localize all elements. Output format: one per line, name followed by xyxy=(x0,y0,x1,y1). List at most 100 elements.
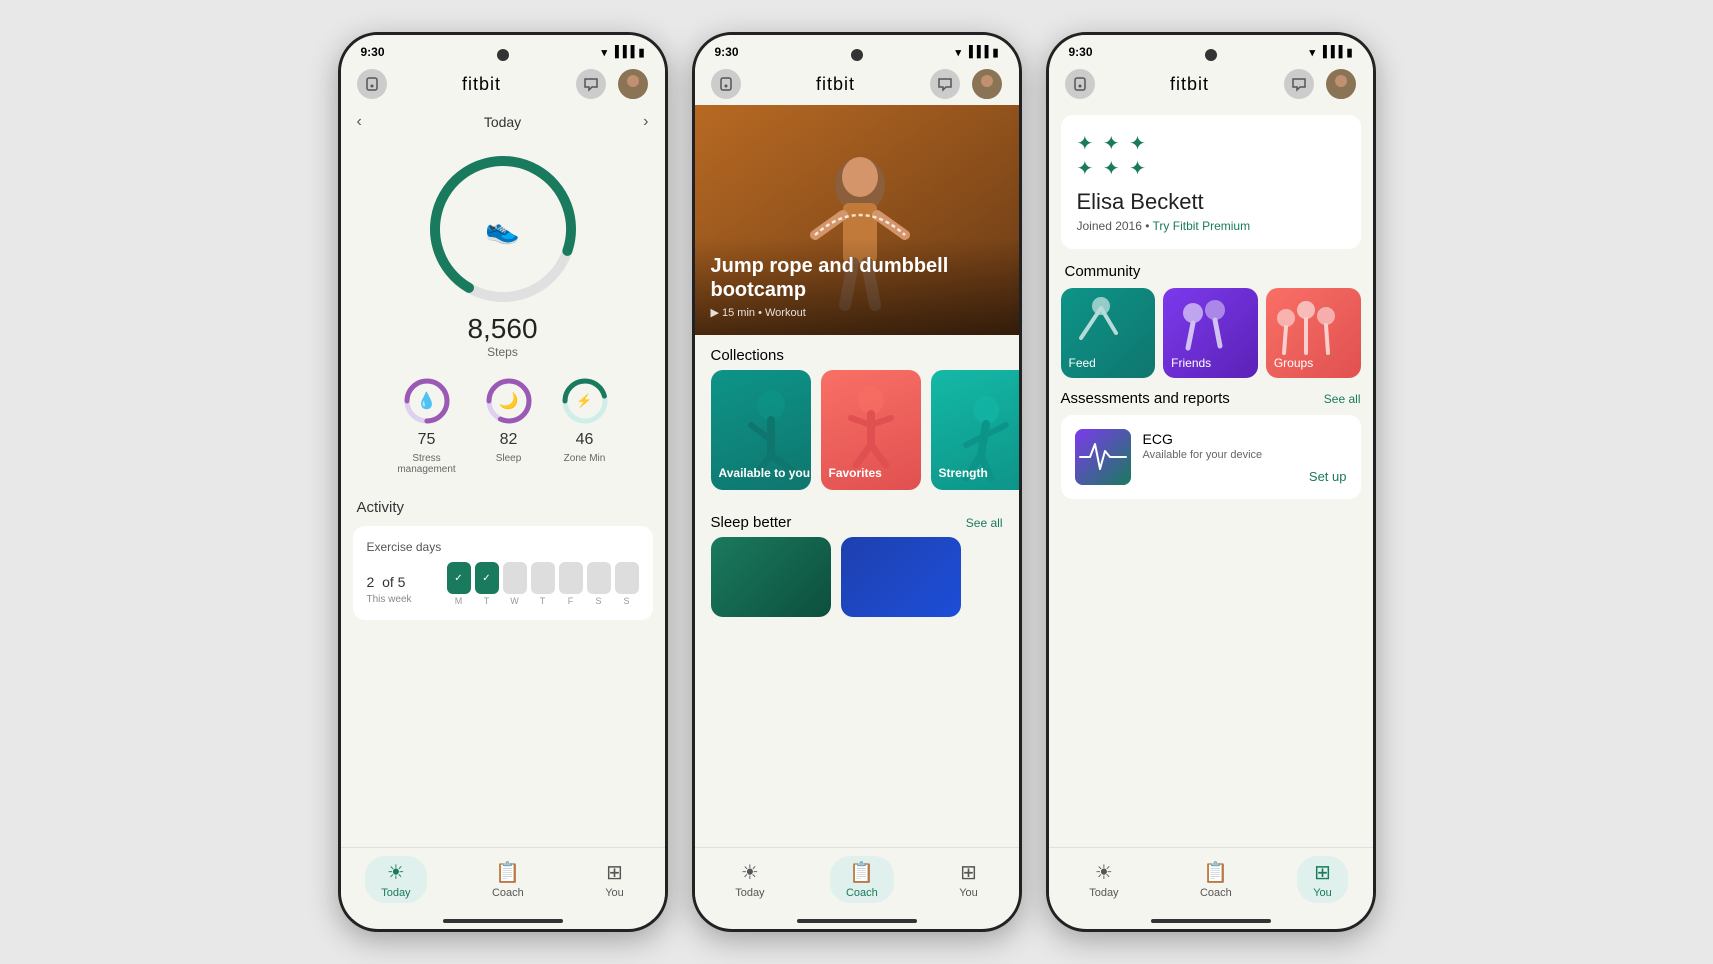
device-icon-3[interactable] xyxy=(1065,69,1095,99)
coach-icon-3: 📋 xyxy=(1203,860,1228,885)
stress-label: Stress management xyxy=(395,453,459,475)
collections-header-row: Collections xyxy=(695,335,1019,370)
zone-ring: ⚡ xyxy=(559,375,611,427)
prev-day-button[interactable]: ‹ xyxy=(357,113,362,131)
hero-subtitle: ▶ 15 min • Workout xyxy=(711,306,1003,319)
app-bar-2: fitbit xyxy=(695,63,1019,105)
steps-label: Steps xyxy=(487,345,518,359)
coach-label-2: Coach xyxy=(846,887,878,899)
phone-coach: 9:30 ▾ ▐▐▐ ▮ fitbit xyxy=(692,32,1022,932)
nav-coach-2[interactable]: 📋 Coach xyxy=(830,856,894,903)
day-col-m: ✓ M xyxy=(447,562,471,606)
zone-label: Zone Min xyxy=(564,453,606,464)
camera-pill-2 xyxy=(851,49,863,61)
sleep-card-1[interactable] xyxy=(711,537,831,617)
sleep-label: Sleep xyxy=(496,453,522,464)
joined-text: Joined 2016 • xyxy=(1077,219,1153,233)
message-icon-3[interactable] xyxy=(1284,69,1314,99)
hero-workout-image[interactable]: Jump rope and dumbbell bootcamp ▶ 15 min… xyxy=(695,105,1019,335)
nav-you-1[interactable]: ⊞ You xyxy=(589,856,640,903)
stress-value: 75 xyxy=(418,431,436,449)
nav-you-2[interactable]: ⊞ You xyxy=(943,856,994,903)
metric-stress[interactable]: 💧 75 Stress management xyxy=(395,375,459,475)
assessments-see-all[interactable]: See all xyxy=(1324,392,1361,406)
today-icon-2: ☀ xyxy=(741,860,759,885)
signal-icon-3: ▐▐▐ xyxy=(1319,46,1342,58)
day-label-t1: T xyxy=(484,596,490,606)
steps-container: 👟 8,560 Steps xyxy=(341,139,665,359)
coach-label-3: Coach xyxy=(1200,887,1232,899)
metric-zone[interactable]: ⚡ 46 Zone Min xyxy=(559,375,611,475)
community-friends[interactable]: Friends xyxy=(1163,288,1258,378)
collection-strength-label: Strength xyxy=(939,466,988,480)
hero-sub-text: 15 min • Workout xyxy=(722,307,806,319)
avatar-2[interactable] xyxy=(972,69,1002,99)
wifi-icon-2: ▾ xyxy=(956,46,962,59)
message-icon-1[interactable] xyxy=(576,69,606,99)
metric-sleep[interactable]: 🌙 82 Sleep xyxy=(483,375,535,475)
premium-link[interactable]: Try Fitbit Premium xyxy=(1153,219,1251,233)
collections-row: Available to you Favorites xyxy=(695,370,1019,502)
exercise-days-card[interactable]: Exercise days 2 of 5 This week ✓ M xyxy=(353,526,653,620)
community-title: Community xyxy=(1061,263,1361,280)
wifi-icon-3: ▾ xyxy=(1310,46,1316,59)
collection-favorites[interactable]: Favorites xyxy=(821,370,921,490)
next-day-button[interactable]: › xyxy=(643,113,648,131)
exercise-count: 2 of 5 xyxy=(367,564,412,592)
assess-ecg-card[interactable]: ECG Available for your device Set up xyxy=(1061,415,1361,499)
zone-icon: ⚡ xyxy=(576,393,592,409)
exercise-count-num: 2 xyxy=(367,574,375,590)
battery-icon: ▮ xyxy=(638,46,644,59)
collections-title: Collections xyxy=(711,347,784,364)
day-col-f: F xyxy=(559,562,583,606)
sleep-row xyxy=(695,537,1019,617)
nav-today-1[interactable]: ☀ Today xyxy=(365,856,426,903)
status-icons-2: ▾ ▐▐▐ ▮ xyxy=(956,46,999,59)
sleep-icon: 🌙 xyxy=(499,391,519,411)
nav-coach-3[interactable]: 📋 Coach xyxy=(1184,856,1248,903)
signal-icon: ▐▐▐ xyxy=(611,46,634,58)
sleep-ring: 🌙 xyxy=(483,375,535,427)
sleep-card-2[interactable] xyxy=(841,537,961,617)
coach-icon-1: 📋 xyxy=(495,860,520,885)
community-feed[interactable]: Feed xyxy=(1061,288,1156,378)
today-icon-1: ☀ xyxy=(387,860,405,885)
day-col-t1: ✓ T xyxy=(475,562,499,606)
profile-card: ✦ ✦ ✦✦ ✦ ✦ Elisa Beckett Joined 2016 • T… xyxy=(1061,115,1361,249)
device-icon[interactable] xyxy=(357,69,387,99)
hero-title: Jump rope and dumbbell bootcamp xyxy=(711,254,1003,302)
sleep-see-all[interactable]: See all xyxy=(966,516,1003,530)
feed-label: Feed xyxy=(1069,356,1096,370)
bottom-nav-1: ☀ Today 📋 Coach ⊞ You xyxy=(341,847,665,919)
community-cards: Feed Friends xyxy=(1061,288,1361,378)
nav-today-2[interactable]: ☀ Today xyxy=(719,856,780,903)
app-bar-icons-2 xyxy=(930,69,1002,99)
time-3: 9:30 xyxy=(1069,45,1093,59)
time-1: 9:30 xyxy=(361,45,385,59)
day-dot-t1: ✓ xyxy=(475,562,499,594)
assess-header: Assessments and reports See all xyxy=(1061,390,1361,407)
groups-label: Groups xyxy=(1274,356,1313,370)
status-bar-1: 9:30 ▾ ▐▐▐ ▮ xyxy=(341,35,665,63)
community-groups[interactable]: Groups xyxy=(1266,288,1361,378)
metrics-row: 💧 75 Stress management 🌙 82 Sleep xyxy=(341,359,665,491)
profile-sub: Joined 2016 • Try Fitbit Premium xyxy=(1077,219,1345,233)
nav-you-3[interactable]: ⊞ You xyxy=(1297,856,1348,903)
nav-coach-1[interactable]: 📋 Coach xyxy=(476,856,540,903)
bottom-nav-2: ☀ Today 📋 Coach ⊞ You xyxy=(695,847,1019,919)
message-icon-2[interactable] xyxy=(930,69,960,99)
screen-content-1: ‹ Today › 👟 8,560 Steps xyxy=(341,105,665,847)
device-icon-2[interactable] xyxy=(711,69,741,99)
steps-shoe-icon: 👟 xyxy=(485,213,520,246)
avatar-3[interactable] xyxy=(1326,69,1356,99)
status-bar-3: 9:30 ▾ ▐▐▐ ▮ xyxy=(1049,35,1373,63)
collection-strength[interactable]: Strength xyxy=(931,370,1019,490)
day-label-s1: S xyxy=(595,596,601,606)
steps-center: 👟 xyxy=(485,213,520,246)
collection-available[interactable]: Available to you xyxy=(711,370,811,490)
nav-today-3[interactable]: ☀ Today xyxy=(1073,856,1134,903)
you-label-1: You xyxy=(605,887,624,899)
ecg-setup-button[interactable]: Set up xyxy=(1143,469,1347,484)
avatar-1[interactable] xyxy=(618,69,648,99)
steps-ring[interactable]: 👟 xyxy=(423,149,583,309)
